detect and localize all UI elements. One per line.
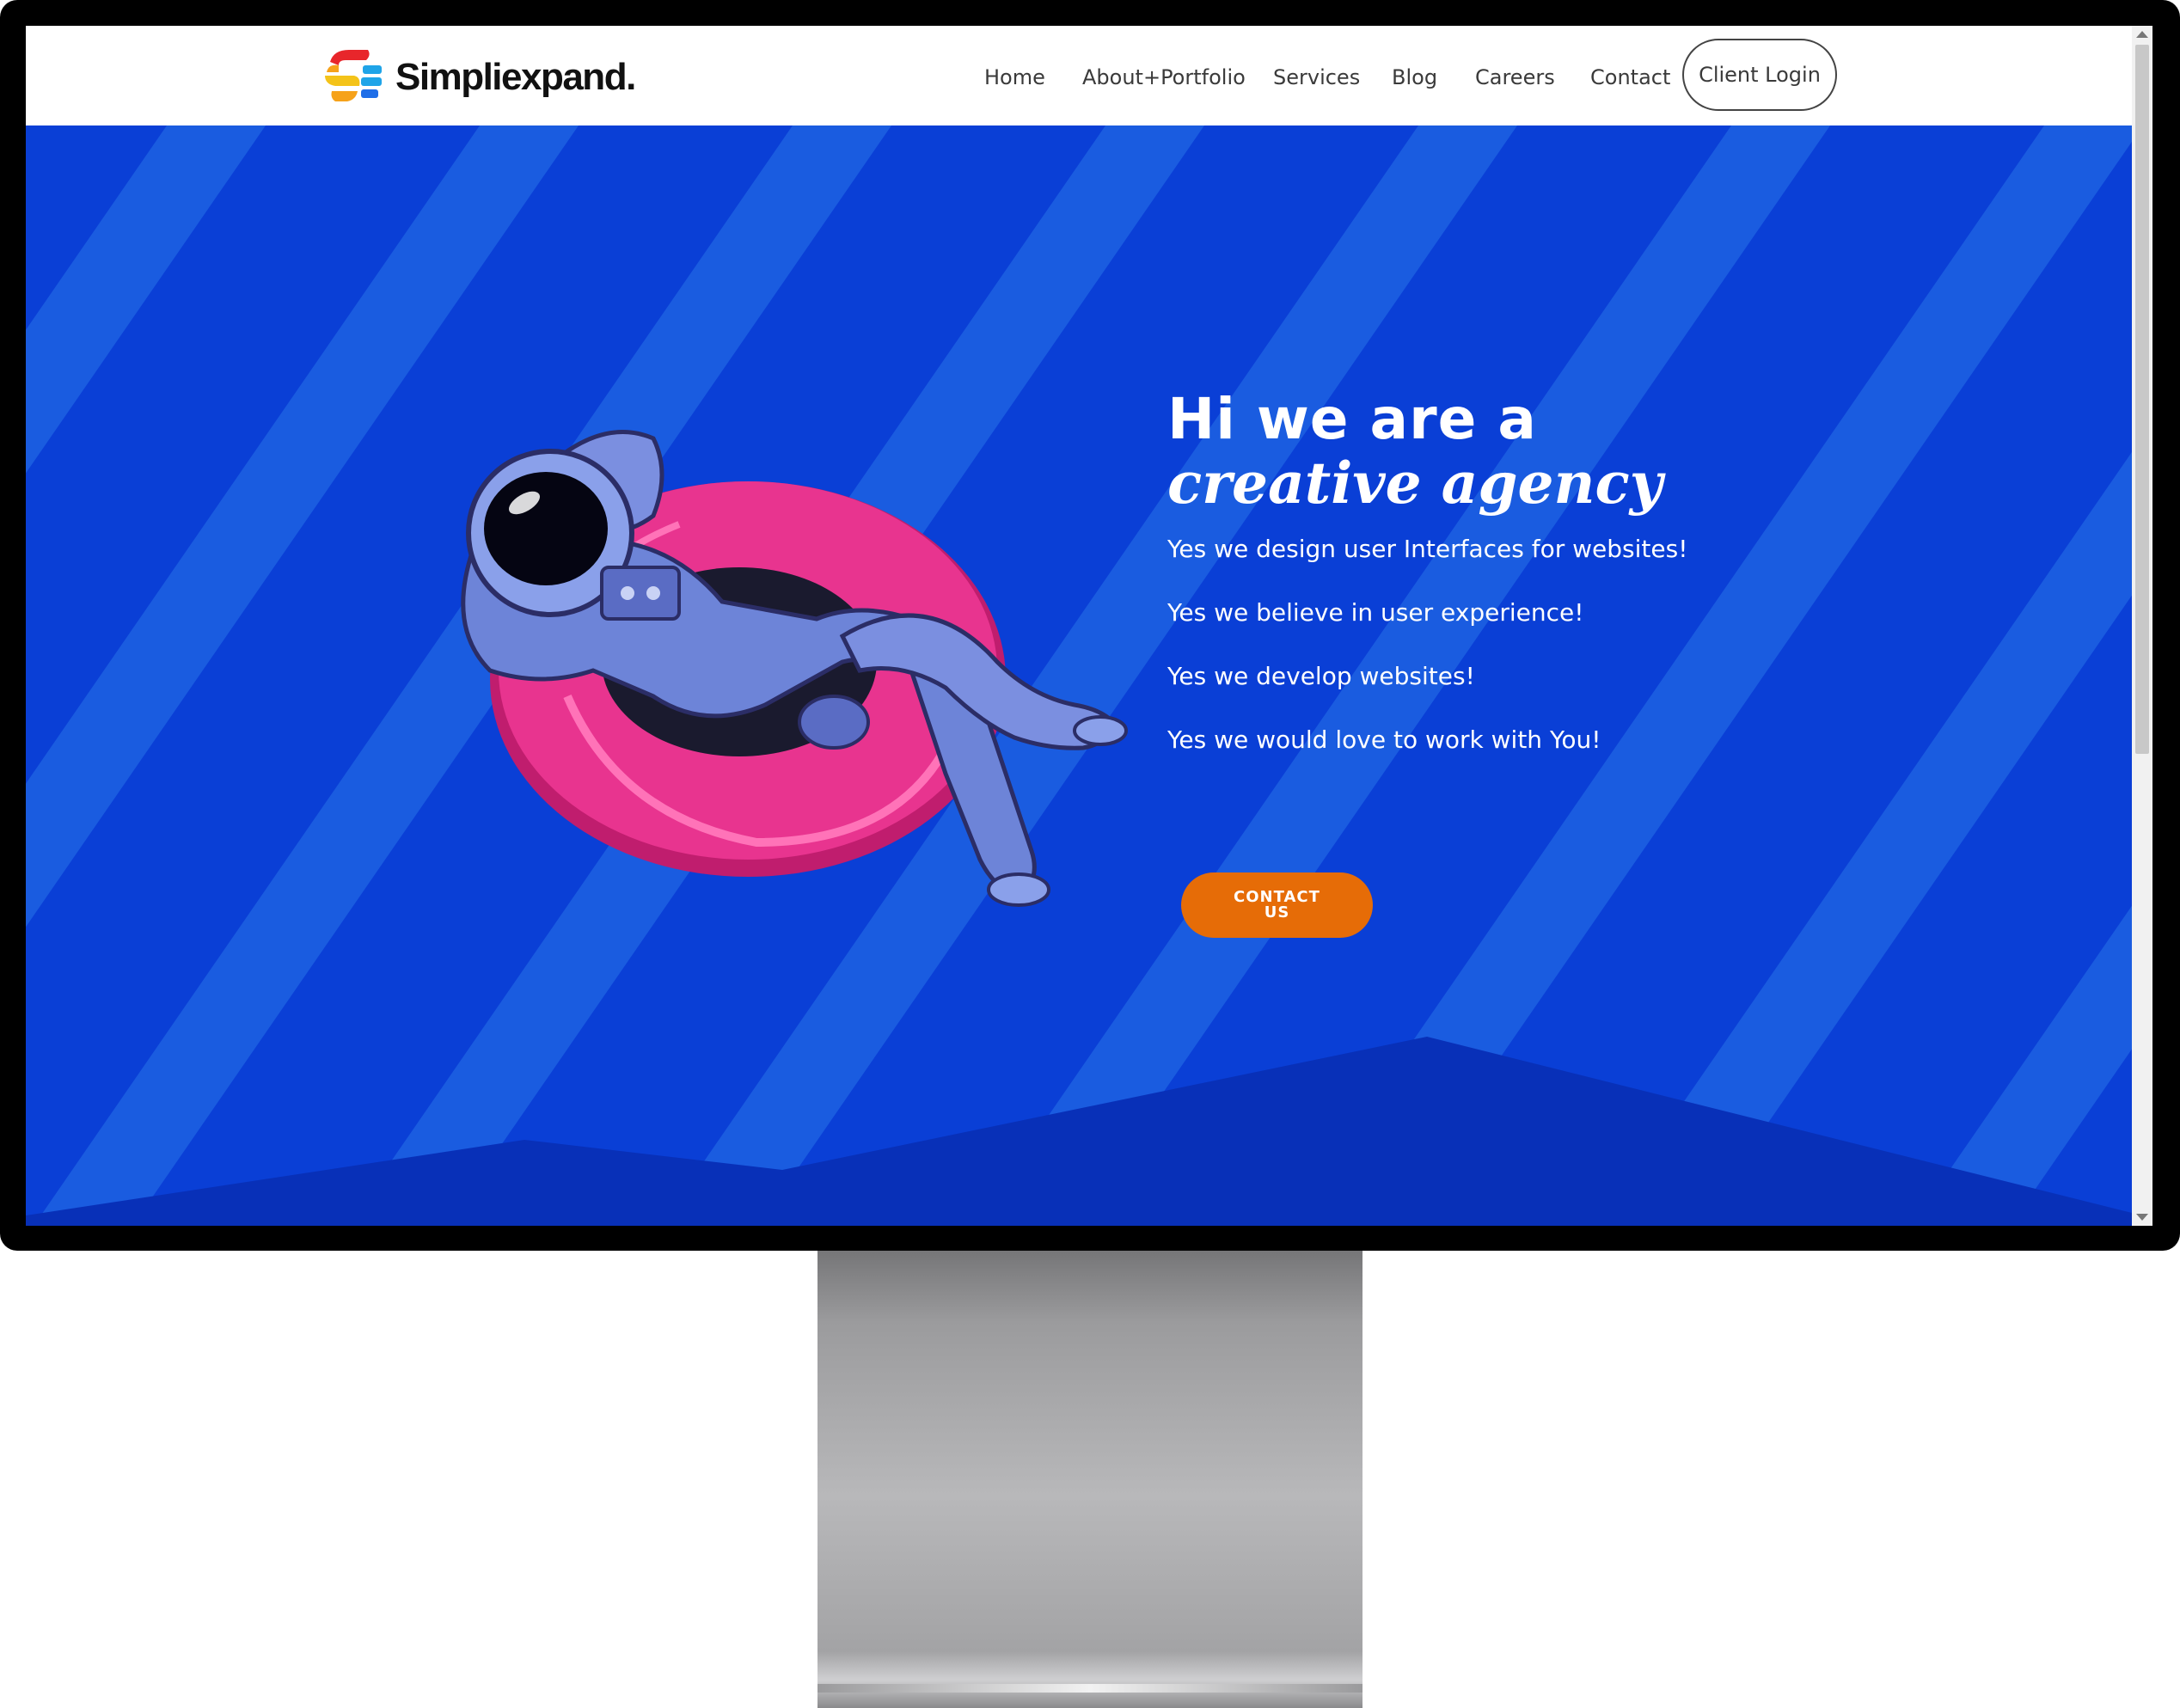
- site-logo[interactable]: Simpliexpand.: [323, 46, 636, 108]
- logo-text: Simpliexpand.: [395, 56, 636, 98]
- nav-about-portfolio[interactable]: About+Portfolio: [1082, 65, 1246, 89]
- logo-mark-icon: [325, 50, 382, 101]
- site-header: Simpliexpand. Home About+Portfolio Servi…: [26, 26, 2132, 125]
- browser-viewport: Simpliexpand. Home About+Portfolio Servi…: [26, 26, 2132, 1226]
- monitor-stand: [818, 1238, 1362, 1708]
- headline-line-2: creative agency: [1167, 450, 1663, 517]
- nav-services[interactable]: Services: [1273, 65, 1360, 89]
- stand-base: [818, 1684, 1362, 1693]
- nav-careers[interactable]: Careers: [1475, 65, 1555, 89]
- hero-line-2: Yes we believe in user experience!: [1167, 598, 1584, 627]
- contact-us-button[interactable]: CONTACT US: [1181, 872, 1373, 938]
- hero-line-1: Yes we design user Interfaces for websit…: [1167, 535, 1688, 563]
- nav-blog[interactable]: Blog: [1392, 65, 1437, 89]
- scroll-thumb[interactable]: [2135, 45, 2149, 754]
- nav-home[interactable]: Home: [984, 65, 1045, 89]
- hero-line-3: Yes we develop websites!: [1167, 662, 1475, 690]
- client-login-button[interactable]: Client Login: [1682, 39, 1837, 111]
- astronaut-on-float-illustration: [461, 430, 1128, 907]
- nav-contact[interactable]: Contact: [1590, 65, 1670, 89]
- scrollbar[interactable]: [2132, 26, 2152, 1226]
- scroll-down-icon[interactable]: [2136, 1214, 2148, 1221]
- hero-headline: Hi we are a creative agency: [1167, 386, 1663, 517]
- headline-line-1: Hi we are a: [1167, 386, 1537, 452]
- hero-line-4: Yes we would love to work with You!: [1167, 725, 1601, 754]
- scroll-up-icon[interactable]: [2136, 31, 2148, 38]
